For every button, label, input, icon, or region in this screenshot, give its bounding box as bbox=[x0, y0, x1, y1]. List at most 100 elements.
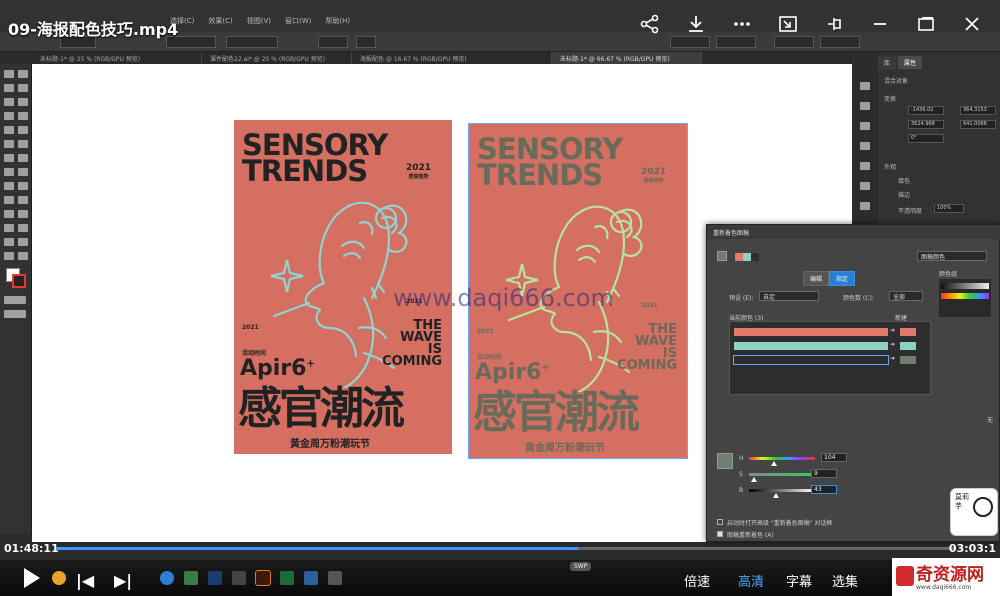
doc-tab[interactable]: 海报配色 @ 16.67 % (RGB/GPU 预览) bbox=[352, 52, 552, 64]
pencil-tool-icon[interactable] bbox=[4, 140, 14, 148]
mapping-arrow-icon[interactable]: ➔ bbox=[890, 327, 895, 334]
opacity-field[interactable]: 100% bbox=[934, 204, 964, 213]
w-field[interactable] bbox=[774, 36, 814, 48]
tab-library[interactable]: 库 bbox=[878, 56, 897, 69]
color-group-select[interactable]: 图稿颜色 bbox=[917, 251, 987, 261]
doc-tab-active[interactable]: 未标题-1* @ 66.67 % (RGB/GPU 预览) bbox=[552, 52, 702, 64]
brush-tool-icon[interactable] bbox=[18, 126, 28, 134]
tab-assign[interactable]: 指定 bbox=[829, 271, 856, 286]
stroke-swatch-icon[interactable] bbox=[12, 274, 26, 288]
selection-tool-icon[interactable] bbox=[4, 70, 14, 78]
rotate-tool-icon[interactable] bbox=[4, 154, 14, 162]
episodes-button[interactable]: 选集 bbox=[832, 571, 858, 590]
menu-item[interactable]: 效果(C) bbox=[208, 16, 232, 26]
direct-select-tool-icon[interactable] bbox=[18, 70, 28, 78]
illustrator-icon[interactable] bbox=[255, 570, 271, 586]
new-color-swatch[interactable] bbox=[900, 328, 916, 336]
gradient-tool-icon[interactable] bbox=[18, 196, 28, 204]
h-field[interactable]: 641.0066 bbox=[960, 120, 996, 129]
maximize-icon[interactable] bbox=[914, 12, 938, 36]
selected-color-swatch[interactable] bbox=[717, 453, 733, 469]
free-transform-icon[interactable] bbox=[18, 168, 28, 176]
saturation-slider-knob[interactable] bbox=[751, 477, 757, 482]
doc-tab[interactable]: 未标题-1* @ 25 % (RGB/GPU 预览) bbox=[32, 52, 202, 64]
menu-item[interactable]: 窗口(W) bbox=[285, 16, 311, 26]
curvature-tool-icon[interactable] bbox=[18, 98, 28, 106]
chrome-icon[interactable] bbox=[52, 571, 66, 585]
pin-icon[interactable] bbox=[822, 12, 846, 36]
more-tools-icon[interactable] bbox=[4, 310, 26, 318]
type-tool-icon[interactable] bbox=[4, 112, 14, 120]
y-field[interactable]: 3624.968 bbox=[908, 120, 944, 129]
brightness-slider[interactable] bbox=[749, 489, 815, 492]
shape-builder-icon[interactable] bbox=[4, 182, 14, 190]
h-field[interactable] bbox=[820, 36, 860, 48]
grayscale-group[interactable] bbox=[941, 283, 989, 289]
w-field[interactable]: 364.3153 bbox=[960, 106, 996, 115]
opacity-control[interactable] bbox=[318, 36, 348, 48]
quality-button[interactable]: 高清 bbox=[738, 571, 764, 590]
panel-icon[interactable] bbox=[860, 202, 870, 210]
magic-wand-icon[interactable] bbox=[4, 84, 14, 92]
more-icon[interactable] bbox=[730, 12, 754, 36]
mapping-arrow-icon[interactable]: ➔ bbox=[890, 341, 895, 348]
symbol-tool-icon[interactable] bbox=[4, 224, 14, 232]
zoom-tool-icon[interactable] bbox=[18, 252, 28, 260]
brightness-value[interactable]: 43 bbox=[811, 485, 837, 494]
x-field[interactable] bbox=[670, 36, 710, 48]
new-color-swatch[interactable] bbox=[900, 356, 916, 364]
photoshop-icon[interactable] bbox=[208, 571, 222, 585]
tab-edit[interactable]: 编辑 bbox=[803, 271, 830, 286]
colors-count-select[interactable]: 全部 bbox=[889, 291, 923, 301]
stroke-style-control[interactable] bbox=[226, 36, 278, 48]
panel-icon[interactable] bbox=[860, 182, 870, 190]
line-tool-icon[interactable] bbox=[18, 112, 28, 120]
download-icon[interactable] bbox=[684, 12, 708, 36]
artboard-tool-icon[interactable] bbox=[4, 238, 14, 246]
perspective-icon[interactable] bbox=[18, 182, 28, 190]
video-progress-bar[interactable] bbox=[56, 547, 956, 550]
hue-slider-knob[interactable] bbox=[771, 461, 777, 466]
previous-icon[interactable]: |◀ bbox=[76, 571, 94, 590]
eraser-tool-icon[interactable] bbox=[18, 140, 28, 148]
eyedropper-icon[interactable] bbox=[4, 210, 14, 218]
current-color-row[interactable] bbox=[733, 355, 889, 365]
close-icon[interactable] bbox=[960, 12, 984, 36]
app-icon[interactable] bbox=[232, 571, 246, 585]
mapping-arrow-icon[interactable]: ➔ bbox=[890, 355, 895, 362]
speed-button[interactable]: 倍速 bbox=[684, 571, 710, 590]
app-icon[interactable] bbox=[184, 571, 198, 585]
width-tool-icon[interactable] bbox=[4, 168, 14, 176]
menu-item[interactable]: 帮助(H) bbox=[325, 16, 350, 26]
next-icon[interactable]: ▶| bbox=[114, 571, 132, 590]
dialog-swatch-icon[interactable] bbox=[717, 251, 727, 261]
preset-select[interactable]: 自定 bbox=[759, 291, 819, 301]
doc-tab[interactable]: 课件配色22.ai* @ 25 % (RGB/GPU 预览) bbox=[202, 52, 352, 64]
current-color-row[interactable] bbox=[734, 342, 888, 350]
hue-slider[interactable] bbox=[749, 457, 815, 460]
browser-icon[interactable] bbox=[160, 571, 174, 585]
panel-icon[interactable] bbox=[860, 102, 870, 110]
excel-icon[interactable] bbox=[280, 571, 294, 585]
graph-tool-icon[interactable] bbox=[18, 224, 28, 232]
share-icon[interactable] bbox=[638, 12, 662, 36]
angle-field[interactable]: 0° bbox=[908, 134, 944, 143]
rainbow-group[interactable] bbox=[941, 293, 989, 299]
pip-icon[interactable] bbox=[776, 12, 800, 36]
x-field[interactable]: -1436.02 bbox=[908, 106, 944, 115]
brightness-slider-knob[interactable] bbox=[773, 493, 779, 498]
color-groups-list[interactable] bbox=[939, 279, 991, 317]
option1-checkbox[interactable] bbox=[717, 519, 723, 525]
hue-value[interactable]: 104 bbox=[821, 453, 847, 462]
blend-tool-icon[interactable] bbox=[18, 210, 28, 218]
word-icon[interactable] bbox=[304, 571, 318, 585]
panel-icon[interactable] bbox=[860, 162, 870, 170]
slice-tool-icon[interactable] bbox=[18, 238, 28, 246]
current-color-row[interactable] bbox=[734, 328, 888, 336]
panel-icon[interactable] bbox=[860, 142, 870, 150]
screen-mode-icon[interactable] bbox=[4, 296, 26, 304]
rect-tool-icon[interactable] bbox=[4, 126, 14, 134]
lasso-icon[interactable] bbox=[18, 84, 28, 92]
new-color-swatch[interactable] bbox=[900, 342, 916, 350]
mesh-tool-icon[interactable] bbox=[4, 196, 14, 204]
